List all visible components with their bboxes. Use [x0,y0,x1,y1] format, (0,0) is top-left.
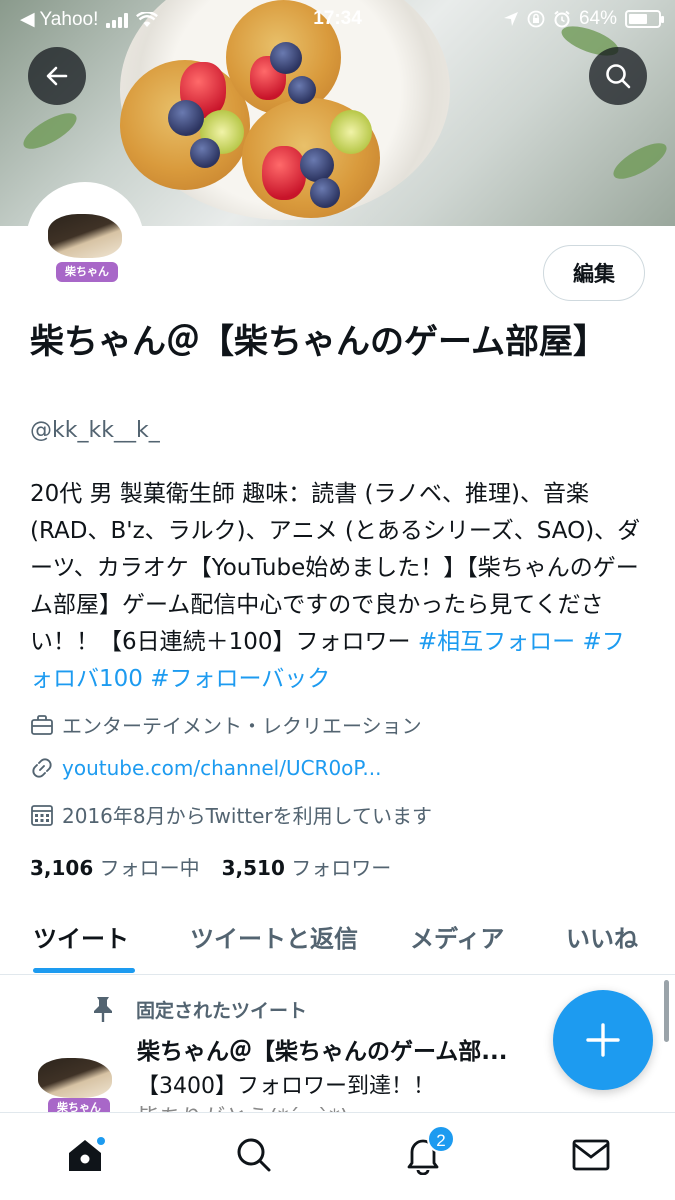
nav-messages[interactable] [569,1133,613,1177]
search-button[interactable] [589,47,647,105]
avatar-label: 柴ちゃん [56,262,118,282]
profile-joined-date: 2016年8月からTwitterを利用しています [30,800,432,829]
battery-icon [625,10,664,28]
shiba-dog-image [48,214,122,258]
tweet-author-name[interactable]: 柴ちゃん＠【柴ちゃんのゲーム部... [137,1032,547,1066]
pin-icon [94,997,112,1022]
location-arrow-icon [503,12,518,26]
active-tab-indicator [33,968,135,973]
profile-category: エンターテイメント・レクリエーション [30,710,422,739]
explore-search-icon [237,1138,271,1172]
pinned-tweet-header: 固定されたツイート [90,995,307,1023]
profile-bio: 20代 男 製菓衛生師 趣味：読書 (ラノベ、推理)、音楽 (RAD、B'z、ラ… [30,476,645,698]
back-button[interactable] [28,47,86,105]
following-label: フォロー中 [99,856,200,880]
edit-profile-button[interactable]: 編集 [543,245,645,301]
profile-website[interactable]: youtube.com/channel/UCR0oP... [30,756,381,780]
tab-media[interactable]: メディア [410,919,504,954]
profile-avatar[interactable]: 柴ちゃん [26,182,144,300]
orientation-lock-icon [527,10,545,28]
notification-badge: 2 [427,1125,455,1153]
home-unread-dot [97,1137,105,1145]
alarm-icon [554,10,570,28]
nav-notifications[interactable]: 2 [401,1125,455,1177]
shiba-dog-image [38,1058,112,1098]
briefcase-icon [31,714,53,735]
follow-stats: 3,106 フォロー中 3,510 フォロワー [30,852,391,881]
hashtag-link[interactable]: #フォローバック [150,666,330,692]
tab-tweets[interactable]: ツイート [33,919,129,954]
website-link[interactable]: youtube.com/channel/UCR0oP... [62,756,381,780]
nav-home[interactable] [63,1133,107,1177]
tweet-text: 【3400】フォロワー到達！！ [137,1074,435,1099]
bottom-navigation: 2 [0,1112,675,1200]
battery-percent: 64% [578,8,617,29]
nav-explore[interactable] [232,1133,276,1177]
tab-tweets-and-replies[interactable]: ツイートと返信 [190,919,358,954]
profile-handle: @kk_kk__k_ [30,418,160,443]
pinned-label: 固定されたツイート [136,999,308,1022]
category-label: エンターテイメント・レクリエーション [62,714,422,738]
hashtag-link[interactable]: #相互フォロー [418,629,575,655]
calendar-icon [31,804,53,826]
scrollbar[interactable] [664,980,669,1042]
following-count: 3,106 [30,856,94,880]
followers-stat[interactable]: 3,510 フォロワー [222,852,392,881]
compose-tweet-button[interactable] [553,990,653,1090]
mail-icon [572,1139,610,1171]
tweet-author-avatar[interactable]: 柴ちゃん [28,1036,122,1116]
tab-likes[interactable]: いいね [566,919,638,954]
followers-count: 3,510 [221,856,285,880]
search-icon [606,64,631,89]
link-icon [32,758,52,778]
following-stat[interactable]: 3,106 フォロー中 [30,852,200,881]
joined-label: 2016年8月からTwitterを利用しています [62,804,433,828]
status-bar: ◀ Yahoo! 17:34 64% [0,0,675,38]
followers-label: フォロワー [291,856,392,880]
profile-tabs: ツイート ツイートと返信 メディア いいね [0,905,675,975]
profile-name: 柴ちゃん＠【柴ちゃんのゲーム部屋】 [30,322,607,362]
back-arrow-icon [46,66,68,86]
compose-plus-icon [586,1023,620,1057]
